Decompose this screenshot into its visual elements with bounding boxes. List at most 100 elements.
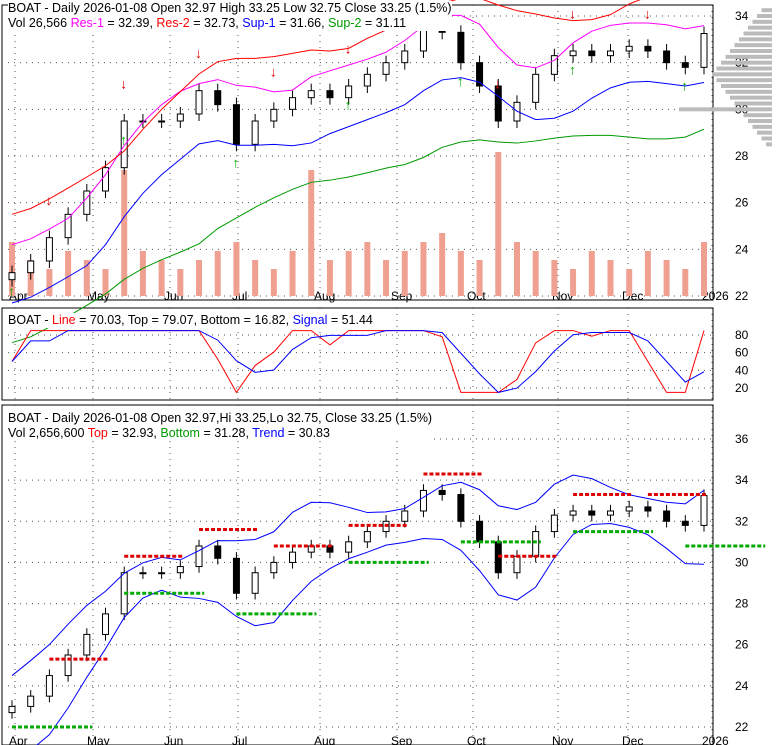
- y-tick-label: 24: [735, 242, 749, 256]
- signal-value: = 51.44: [327, 313, 373, 327]
- candle-body: [606, 50, 614, 57]
- volume-profile-bar: [730, 95, 772, 100]
- candle-body: [644, 506, 652, 512]
- candle-body: [195, 90, 203, 115]
- volume-bar: [439, 233, 446, 296]
- osc-line: [11, 330, 705, 394]
- candle-body: [401, 510, 409, 522]
- candle-body: [569, 510, 577, 516]
- candle-body: [176, 113, 184, 122]
- candle-body: [27, 695, 35, 707]
- y-tick-label: 34: [735, 9, 749, 23]
- trend-label: Trend: [252, 426, 285, 440]
- candle-body: [214, 90, 222, 106]
- candle-body: [457, 31, 465, 64]
- volume-bar: [570, 269, 577, 296]
- candle-body: [270, 561, 278, 574]
- sup1-line: [11, 77, 705, 304]
- down-arrow-icon: ↓: [569, 5, 576, 21]
- sup1-value: = 31.66,: [275, 16, 329, 30]
- volume-profile-bar: [752, 19, 772, 24]
- down-arrow-icon: ↓: [45, 192, 52, 208]
- candle-body: [251, 572, 259, 594]
- volume-bar: [233, 242, 240, 296]
- volume-profile-bar: [743, 31, 772, 36]
- candle-body: [176, 566, 184, 574]
- candle-body: [289, 551, 297, 563]
- line-label: Line: [52, 313, 76, 327]
- candle-body: [700, 495, 708, 526]
- candle-body: [8, 272, 16, 281]
- volume-bar: [626, 269, 633, 296]
- volume-bar: [121, 170, 128, 296]
- volume-profile-bar: [734, 43, 772, 48]
- y-tick-label: 24: [735, 679, 749, 693]
- panel2-header: BOAT - Line = 70.03, Top = 79.07, Bottom…: [8, 313, 373, 328]
- line-values: = 70.03, Top = 79.07, Bottom = 16.82,: [75, 313, 293, 327]
- candle-body: [158, 120, 166, 123]
- volume-bar: [177, 269, 184, 296]
- volume-profile-bar: [716, 66, 772, 71]
- candle-body: [382, 62, 390, 75]
- volume-profile-bar: [748, 119, 772, 123]
- x-tick-label: Apr: [9, 734, 28, 745]
- volume-bar: [364, 242, 371, 296]
- res2-value: = 32.73,: [189, 16, 243, 30]
- res2-label: Res-2: [156, 16, 190, 30]
- x-tick-label: Aug: [314, 734, 335, 745]
- bottom-label: Bottom: [160, 426, 200, 440]
- x-tick-label: May: [87, 734, 110, 745]
- volume-profile-bar: [739, 37, 772, 42]
- volume-bar: [701, 242, 707, 296]
- y-tick-label: 26: [735, 196, 749, 210]
- candle-body: [681, 520, 689, 526]
- candle-body: [139, 572, 147, 575]
- y-tick-label: 26: [735, 638, 749, 652]
- sup2-line: [11, 128, 705, 344]
- candle-body: [158, 572, 166, 575]
- volume-profile-bar: [761, 136, 772, 141]
- volume-bar: [196, 260, 203, 296]
- y-tick-label: 80: [735, 328, 749, 342]
- candle-body: [457, 494, 465, 522]
- volume-bar: [644, 251, 651, 296]
- volume-profile-bar: [743, 113, 772, 118]
- panel1-title: BOAT - Daily 2026-01-08 Open 32.97 High …: [8, 1, 452, 15]
- candle-body: [625, 506, 633, 512]
- up-arrow-icon: ↑: [120, 131, 127, 147]
- x-tick-label: Nov: [552, 734, 573, 745]
- x-tick-label: Dec: [622, 289, 643, 303]
- volume-profile-bar: [721, 84, 772, 88]
- volume-text: Vol 26,566: [8, 16, 68, 30]
- volume-bar: [289, 251, 296, 296]
- down-arrow-icon: ↓: [644, 5, 651, 21]
- y-tick-label: 60: [735, 346, 749, 360]
- y-tick-label: 22: [735, 289, 749, 303]
- up-arrow-icon: ↑: [569, 61, 576, 77]
- lower-band: [36, 523, 705, 745]
- volume-profile-bar: [757, 14, 772, 18]
- sup2-label: Sup-2: [328, 16, 362, 30]
- candle-body: [27, 260, 35, 274]
- volume-profile-bar: [730, 49, 772, 53]
- candle-body: [532, 73, 540, 103]
- sup1-label: Sup-1: [242, 16, 276, 30]
- panel3-title: BOAT - Daily 2026-01-08 Open 32.97,Hi 33…: [8, 411, 433, 425]
- volume-bar: [495, 152, 502, 296]
- candle-body: [363, 531, 371, 543]
- trend-value: = 30.83: [284, 426, 330, 440]
- panel3-volume: Vol 2,656,600: [8, 426, 88, 440]
- x-tick-label: Jul: [232, 734, 247, 745]
- top-label: Top: [87, 426, 108, 440]
- candle-body: [307, 90, 315, 99]
- volume-bar: [326, 260, 333, 296]
- candle-body: [83, 190, 91, 215]
- candle-body: [232, 557, 240, 594]
- panel1-header: BOAT - Daily 2026-01-08 Open 32.97 High …: [8, 1, 452, 31]
- volume-profile-bar: [716, 78, 772, 83]
- candle-body: [681, 62, 689, 68]
- candle-body: [550, 514, 558, 533]
- candle-body: [700, 33, 708, 68]
- candle-body: [588, 50, 596, 57]
- candle-body: [401, 50, 409, 64]
